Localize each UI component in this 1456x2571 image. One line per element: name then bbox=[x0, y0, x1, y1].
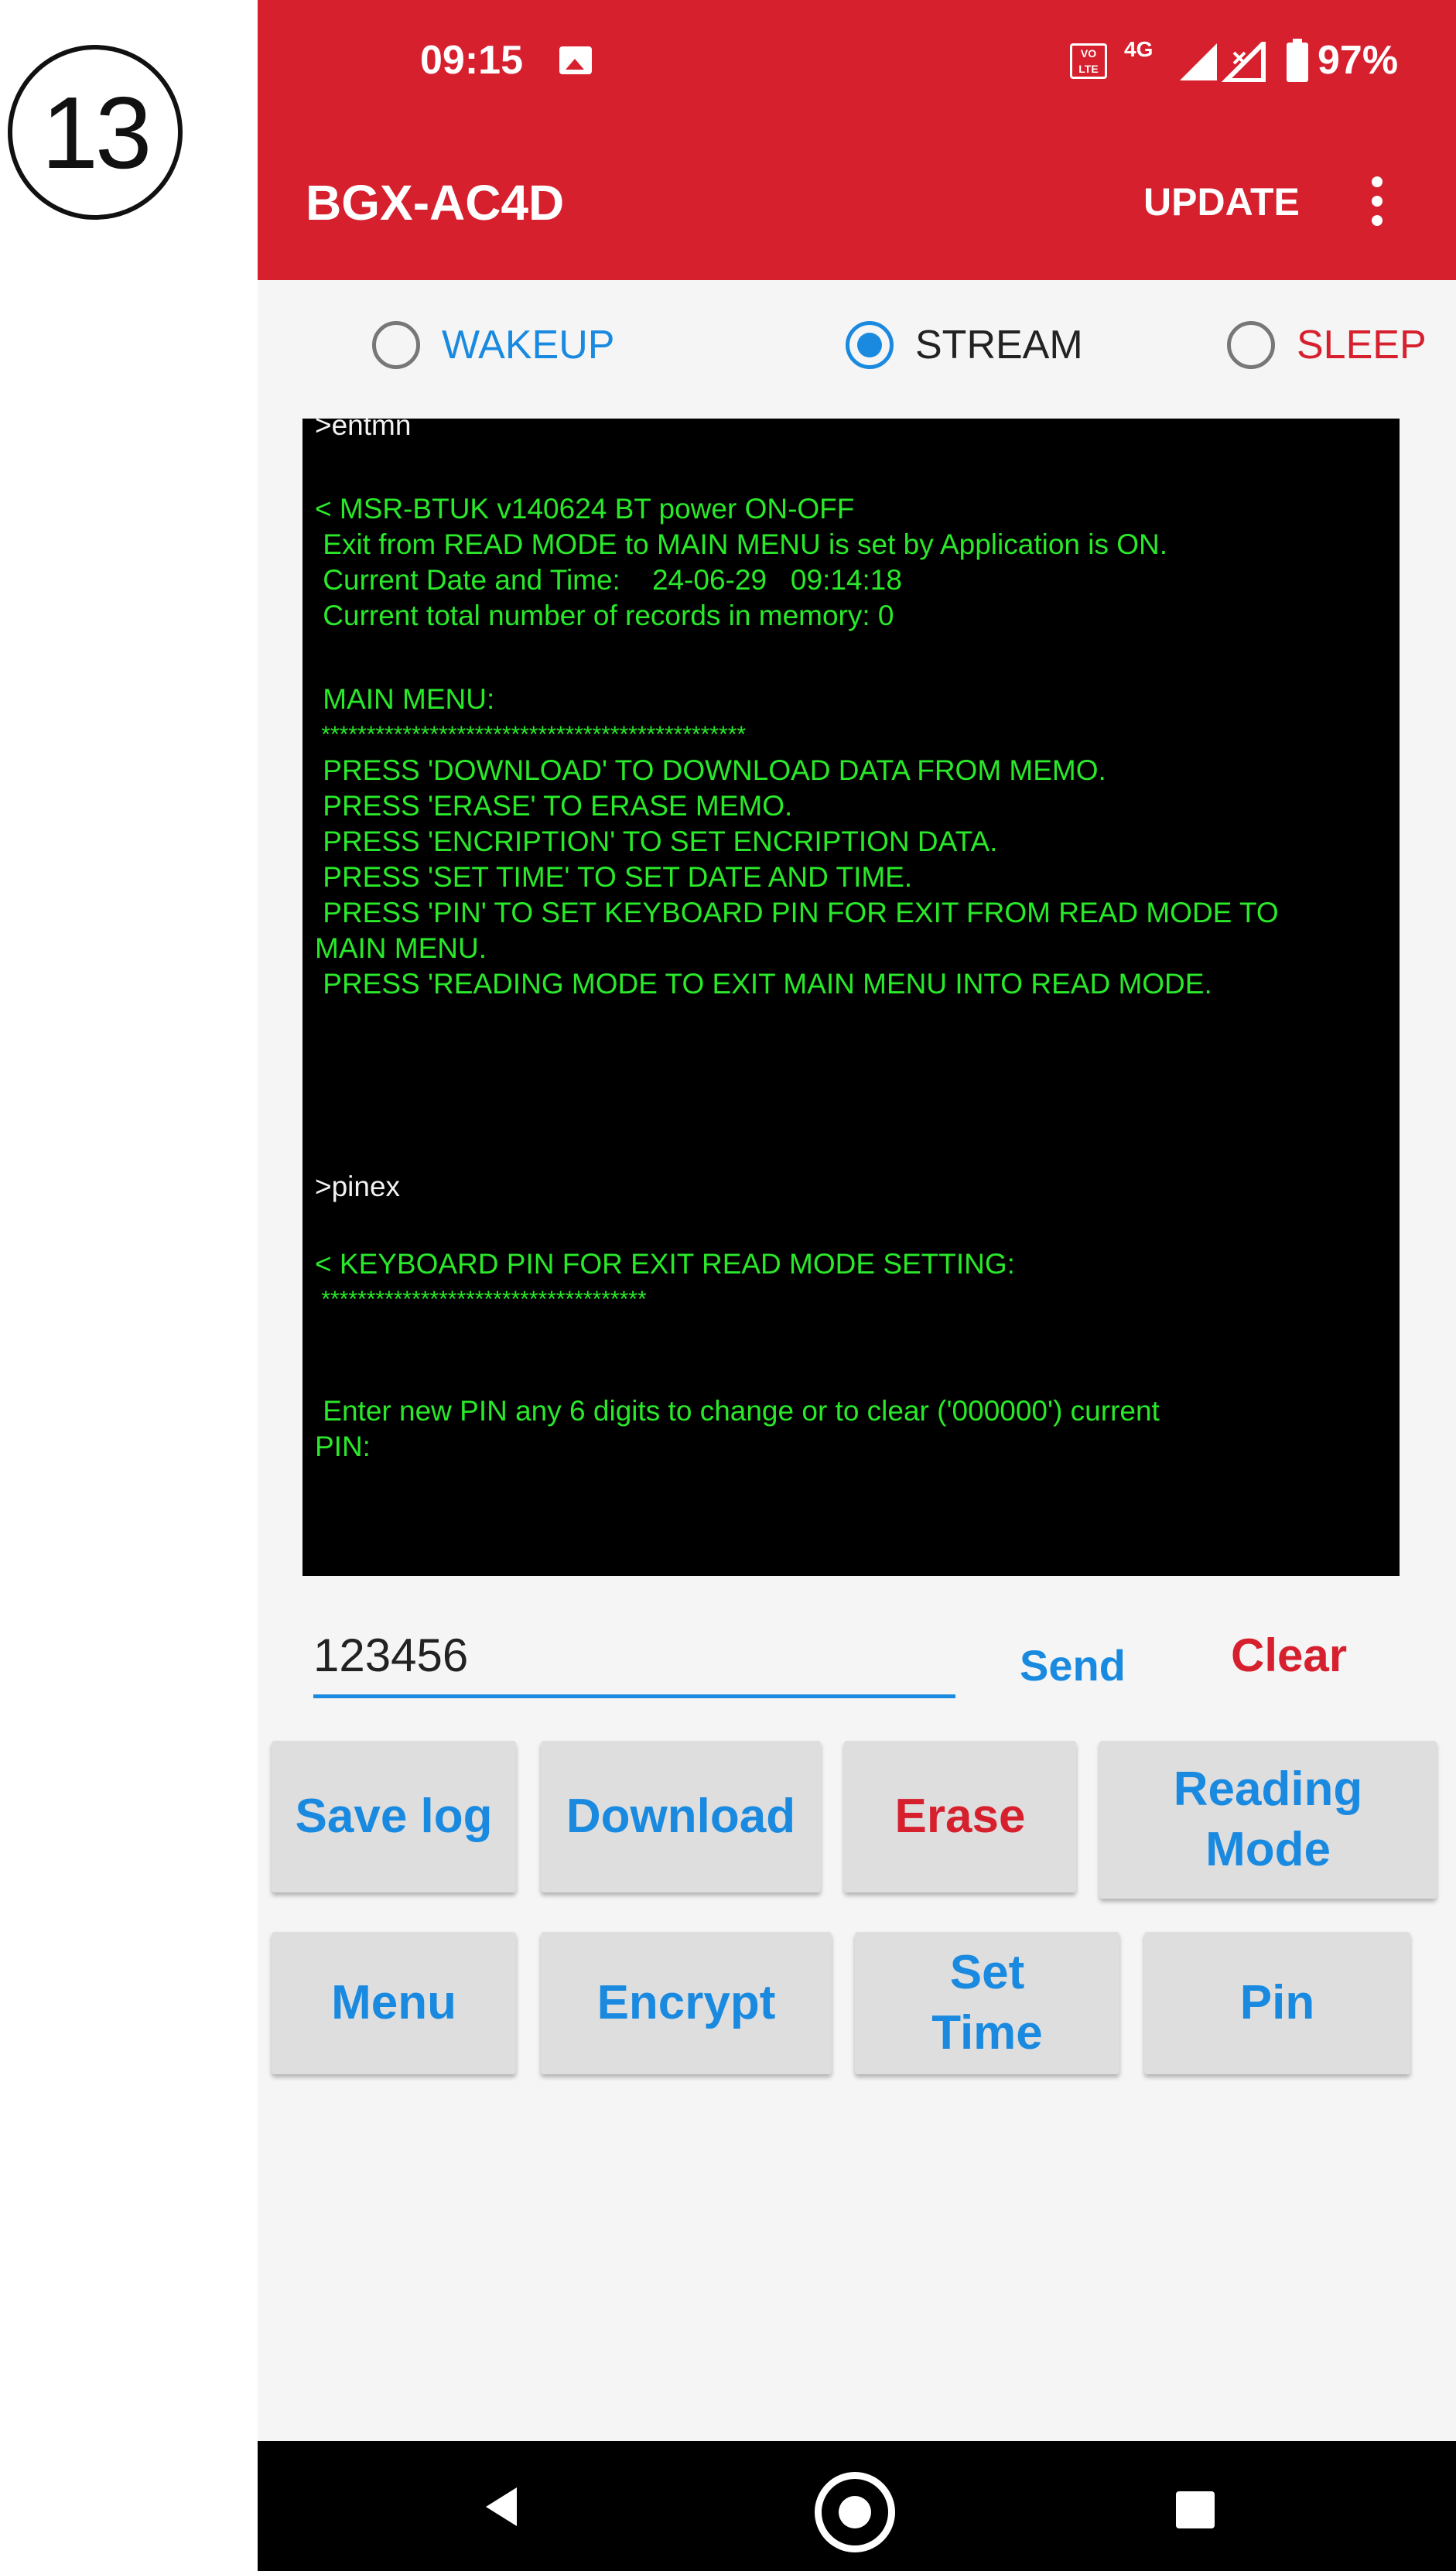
radio-sleep[interactable]: SLEEP bbox=[1227, 321, 1427, 369]
encrypt-button[interactable]: Encrypt bbox=[541, 1932, 832, 2074]
step-number-badge: 13 bbox=[8, 45, 183, 220]
back-icon[interactable] bbox=[486, 2487, 517, 2526]
terminal-line: PRESS 'READING MODE TO EXIT MAIN MENU IN… bbox=[315, 968, 1212, 1000]
battery-percent: 97% bbox=[1318, 38, 1399, 83]
terminal-line: < KEYBOARD PIN FOR EXIT READ MODE SETTIN… bbox=[315, 1248, 1015, 1280]
terminal-line: PRESS 'SET TIME' TO SET DATE AND TIME. bbox=[315, 861, 913, 893]
terminal-line: PRESS 'ERASE' TO ERASE MEMO. bbox=[315, 790, 793, 822]
step-number: 13 bbox=[41, 75, 152, 190]
update-button[interactable]: UPDATE bbox=[1143, 179, 1300, 224]
terminal-line: MAIN MENU. bbox=[315, 932, 487, 964]
terminal-line: >pinex bbox=[315, 1171, 401, 1202]
download-button[interactable]: Download bbox=[541, 1741, 821, 1892]
save-log-button[interactable]: Save log bbox=[272, 1741, 516, 1892]
command-input[interactable] bbox=[313, 1629, 932, 1682]
terminal-line: PRESS 'DOWNLOAD' TO DOWNLOAD DATA FROM M… bbox=[315, 754, 1106, 786]
more-options-icon[interactable] bbox=[1372, 176, 1383, 226]
radio-wakeup[interactable]: WAKEUP bbox=[372, 321, 614, 369]
radio-label: SLEEP bbox=[1297, 323, 1427, 368]
radio-label: WAKEUP bbox=[442, 323, 615, 368]
send-button[interactable]: Send bbox=[1020, 1640, 1126, 1691]
system-navigation-bar bbox=[258, 2441, 1456, 2571]
command-input-container bbox=[313, 1621, 955, 1698]
signal-icon bbox=[1178, 37, 1271, 86]
network-type: 4G bbox=[1124, 37, 1154, 61]
battery-icon bbox=[1287, 39, 1308, 86]
terminal-line: Current total number of records in memor… bbox=[315, 600, 894, 631]
pin-button[interactable]: Pin bbox=[1144, 1932, 1410, 2074]
terminal-line: ************************************ bbox=[315, 1287, 647, 1312]
image-notification-icon bbox=[559, 46, 592, 74]
terminal-line: MAIN MENU: bbox=[315, 683, 495, 715]
radio-label: STREAM bbox=[915, 323, 1083, 368]
terminal-line: < MSR-BTUK v140624 BT power ON-OFF bbox=[315, 493, 855, 525]
reading-mode-button[interactable]: Reading Mode bbox=[1099, 1741, 1437, 1899]
app-title: BGX-AC4D bbox=[306, 175, 565, 231]
recent-apps-icon[interactable] bbox=[1176, 2491, 1215, 2528]
terminal-line: PRESS 'PIN' TO SET KEYBOARD PIN FOR EXIT… bbox=[315, 897, 1279, 928]
home-icon[interactable] bbox=[815, 2472, 895, 2552]
terminal-line: PIN: bbox=[315, 1431, 371, 1462]
terminal-line: Enter new PIN any 6 digits to change or … bbox=[315, 1395, 1160, 1427]
menu-button[interactable]: Menu bbox=[272, 1932, 516, 2074]
terminal-line: >entmn bbox=[315, 419, 412, 441]
app-bar: 09:15 VO LTE 4G 97% BGX-AC4D UPDATE bbox=[258, 0, 1456, 280]
terminal-line: Current Date and Time: 24-06-29 09:14:18 bbox=[315, 564, 902, 596]
terminal-line: PRESS 'ENCRIPTION' TO SET ENCRIPTION DAT… bbox=[315, 826, 998, 857]
erase-button[interactable]: Erase bbox=[844, 1741, 1076, 1892]
radio-button-icon bbox=[372, 321, 420, 369]
terminal-output[interactable]: >entmn < MSR-BTUK v140624 BT power ON-OF… bbox=[302, 419, 1400, 1576]
terminal-line: ****************************************… bbox=[315, 722, 747, 747]
set-time-button[interactable]: Set Time bbox=[855, 1932, 1119, 2074]
clear-button[interactable]: Clear bbox=[1231, 1629, 1347, 1682]
radio-button-icon bbox=[1227, 321, 1275, 369]
phone-screen: 09:15 VO LTE 4G 97% BGX-AC4D UPDATE WAKE… bbox=[258, 0, 1456, 2571]
status-time: 09:15 bbox=[420, 38, 523, 83]
terminal-line: Exit from READ MODE to MAIN MENU is set … bbox=[315, 528, 1168, 560]
radio-button-icon bbox=[846, 321, 894, 369]
mode-radio-group: WAKEUP STREAM SLEEP bbox=[258, 321, 1456, 391]
radio-stream[interactable]: STREAM bbox=[846, 321, 1083, 369]
volte-icon: VO LTE bbox=[1070, 43, 1107, 79]
